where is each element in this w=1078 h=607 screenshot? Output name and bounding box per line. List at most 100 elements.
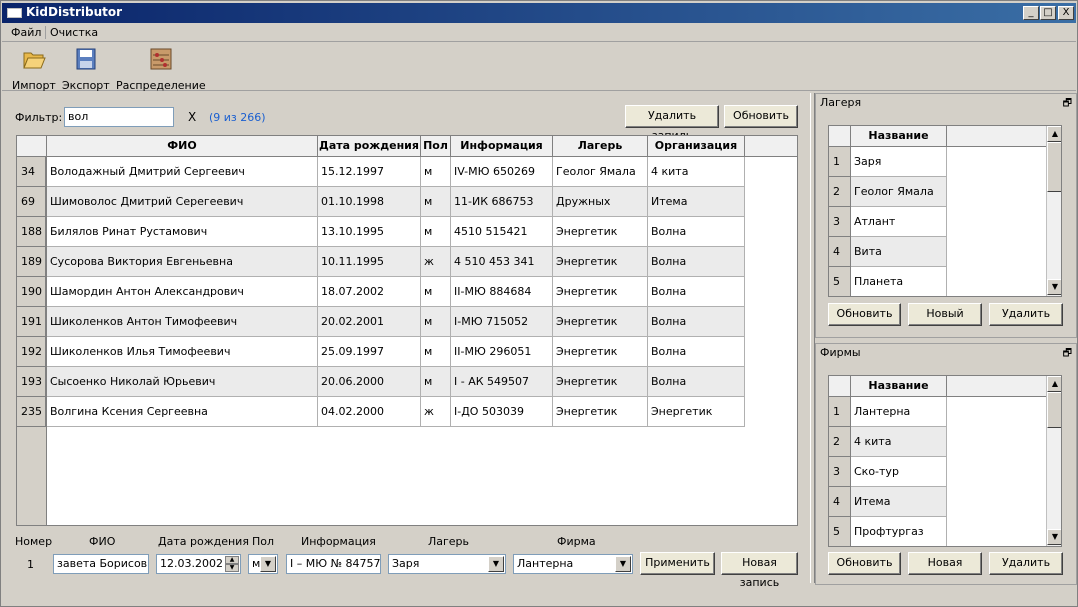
title-bar[interactable]: KidDistributor _ □ X [2,3,1076,23]
row-header[interactable]: 190 [17,277,46,307]
filter-clear-button[interactable]: X [188,110,196,124]
table-cell-dob[interactable]: 01.10.1998 [318,187,421,217]
chevron-down-icon[interactable]: ▼ [488,556,504,572]
row-header[interactable]: 193 [17,367,46,397]
table-cell-fio[interactable]: Билялов Ринат Рустамович [47,217,318,247]
table-cell-org[interactable]: Волна [648,337,745,367]
row-header[interactable]: 191 [17,307,46,337]
table-cell-org[interactable]: Волна [648,367,745,397]
float-icon[interactable]: 🗗 [1063,96,1072,113]
camps-table[interactable]: Название 1 Заря 2 Геолог Ямала 3 Атлант 4 Вита 5… [828,125,1062,297]
row-header[interactable]: 188 [17,217,46,247]
table-cell-fio[interactable]: Сысоенко Николай Юрьевич [47,367,318,397]
editor-info-input[interactable]: I – МЮ № 847579 [286,554,381,574]
firms-new-button[interactable]: Новая [908,552,982,575]
apply-button[interactable]: Применить [640,552,715,575]
col-header-camp[interactable]: Лагерь [553,136,648,157]
table-cell-camp[interactable]: Энергетик [553,217,648,247]
float-icon[interactable]: 🗗 [1063,346,1072,363]
spin-up-icon[interactable]: ▲ [225,556,239,564]
table-cell-camp[interactable]: Энергетик [553,247,648,277]
row-header[interactable]: 189 [17,247,46,277]
table-cell-camp[interactable]: Энергетик [553,307,648,337]
row-header[interactable]: 69 [17,187,46,217]
editor-dob-input[interactable]: 12.03.2002 ▲ ▼ [156,554,241,574]
table-cell-fio[interactable]: Шамордин Антон Александрович [47,277,318,307]
editor-fio-input[interactable]: заветa Борисовна [53,554,149,574]
camps-list-item[interactable]: Вита [851,237,947,267]
camps-row-number[interactable]: 5 [829,267,851,296]
firms-list-item[interactable]: Профтургаз [851,517,947,546]
camps-row-number[interactable]: 1 [829,147,851,177]
col-header-org[interactable]: Организация [648,136,745,157]
camps-list-item[interactable]: Заря [851,147,947,177]
table-cell-camp[interactable]: Энергетик [553,367,648,397]
table-cell-camp[interactable]: Дружных [553,187,648,217]
camps-row-number[interactable]: 4 [829,237,851,267]
scroll-up-icon[interactable]: ▲ [1047,376,1061,392]
firms-col-header[interactable]: Название [851,376,947,397]
camps-scrollbar[interactable]: ▲ ▼ [1046,126,1061,296]
firms-row-number[interactable]: 5 [829,517,851,546]
editor-sex-select[interactable]: м ▼ [248,554,278,574]
menu-file[interactable]: Файл [8,26,44,39]
table-cell-info[interactable]: II-МЮ 884684 [451,277,553,307]
table-cell-camp[interactable]: Энергетик [553,337,648,367]
table-cell-org[interactable]: 4 кита [648,157,745,187]
editor-firm-select[interactable]: Лантерна ▼ [513,554,633,574]
table-cell-org[interactable]: Волна [648,247,745,277]
delete-record-button[interactable]: Удалить запиль [625,105,719,142]
firms-table[interactable]: Название 1 Лантерна 2 4 кита 3 Ско-тур 4 Итема 5… [828,375,1062,547]
records-table[interactable]: ФИО Дата рождения Пол Информация Лагерь … [16,135,798,526]
scroll-down-icon[interactable]: ▼ [1047,529,1061,545]
firms-row-number[interactable]: 4 [829,487,851,517]
firms-row-number[interactable]: 3 [829,457,851,487]
scroll-thumb[interactable] [1047,142,1061,192]
new-record-button[interactable]: Новая запись [721,552,798,589]
col-header-fio[interactable]: ФИО [47,136,318,157]
table-cell-dob[interactable]: 10.11.1995 [318,247,421,277]
firms-list-item[interactable]: 4 кита [851,427,947,457]
table-cell-sex[interactable]: м [421,217,451,247]
col-header-info[interactable]: Информация [451,136,553,157]
minimize-button[interactable]: _ [1023,6,1039,20]
table-cell-info[interactable]: IV-МЮ 650269 [451,157,553,187]
table-cell-dob[interactable]: 04.02.2000 [318,397,421,427]
menu-clear[interactable]: Очистка [45,26,101,39]
firms-list-item[interactable]: Лантерна [851,397,947,427]
editor-camp-select[interactable]: Заря ▼ [388,554,506,574]
row-header[interactable]: 192 [17,337,46,367]
table-cell-org[interactable]: Волна [648,217,745,247]
table-cell-fio[interactable]: Волгина Ксения Сергеевна [47,397,318,427]
table-cell-camp[interactable]: Энергетик [553,397,648,427]
firms-list-item[interactable]: Ско-тур [851,457,947,487]
spin-down-icon[interactable]: ▼ [225,564,239,572]
camps-new-button[interactable]: Новый [908,303,982,326]
firms-scrollbar[interactable]: ▲ ▼ [1046,376,1061,546]
table-cell-fio[interactable]: Сусорова Виктория Евгеньевна [47,247,318,277]
close-button[interactable]: X [1058,6,1074,20]
table-cell-fio[interactable]: Шиколенков Антон Тимофеевич [47,307,318,337]
table-cell-sex[interactable]: м [421,307,451,337]
table-cell-dob[interactable]: 25.09.1997 [318,337,421,367]
table-cell-info[interactable]: II-МЮ 296051 [451,337,553,367]
table-cell-org[interactable]: Итема [648,187,745,217]
table-cell-sex[interactable]: м [421,187,451,217]
table-cell-info[interactable]: 11-ИК 686753 [451,187,553,217]
camps-refresh-button[interactable]: Обновить [828,303,901,326]
table-cell-dob[interactable]: 18.07.2002 [318,277,421,307]
maximize-button[interactable]: □ [1040,6,1056,20]
table-cell-camp[interactable]: Геолог Ямала [553,157,648,187]
table-cell-dob[interactable]: 13.10.1995 [318,217,421,247]
table-cell-info[interactable]: 4510 515421 [451,217,553,247]
camps-delete-button[interactable]: Удалить [989,303,1063,326]
chevron-down-icon[interactable]: ▼ [615,556,631,572]
refresh-button[interactable]: Обновить [724,105,798,128]
row-header[interactable]: 235 [17,397,46,427]
import-button[interactable]: Импорт [12,47,56,92]
table-cell-org[interactable]: Энергетик [648,397,745,427]
camps-list-item[interactable]: Планета [851,267,947,296]
table-cell-sex[interactable]: ж [421,247,451,277]
table-cell-fio[interactable]: Володажный Дмитрий Сергеевич [47,157,318,187]
firms-delete-button[interactable]: Удалить [989,552,1063,575]
